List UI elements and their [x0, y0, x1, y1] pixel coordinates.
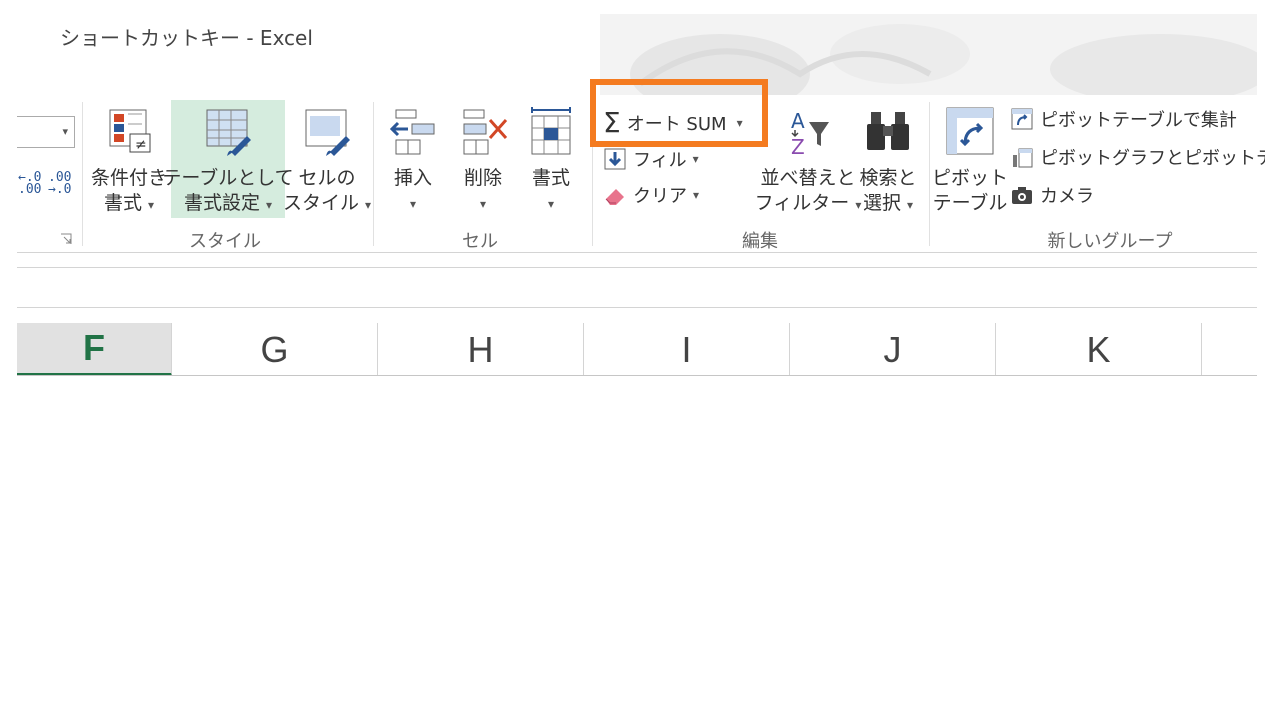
fill-button[interactable]: フィル ▾ [603, 146, 699, 172]
svg-text:Z: Z [791, 135, 805, 158]
cells-group-label: セル [462, 231, 498, 252]
insert-cells-button[interactable]: 挿入 ▾ [382, 100, 444, 211]
column-header-h[interactable]: H [378, 323, 584, 376]
decrease-decimal-button[interactable]: .00 →.0 [48, 171, 71, 196]
binoculars-icon [867, 112, 909, 150]
camera-button[interactable]: カメラ [1010, 182, 1094, 208]
caret-down-icon: ▾ [409, 197, 417, 211]
format-cells-icon [531, 107, 571, 155]
format-label: 書式 [531, 167, 570, 189]
pivot-table-label1: ピボット [932, 167, 1009, 189]
pivot-chart-button[interactable]: ピボットグラフとピボットテーブ [1010, 144, 1265, 170]
chevron-down-icon: ▾ [62, 125, 68, 138]
styles-group-label: スタイル [189, 231, 261, 252]
find-select-button[interactable]: 検索と 選択 ▾ [856, 100, 920, 218]
column-header-j[interactable]: J [790, 323, 996, 376]
caret-down-icon: ▾ [365, 198, 372, 212]
pivot-table-icon [946, 107, 994, 155]
sort-filter-icon: A Z [791, 109, 829, 158]
dialog-launcher-icon[interactable] [60, 233, 72, 245]
number-format-dropdown[interactable]: ▾ [17, 116, 75, 148]
caret-down-icon: ▾ [148, 198, 155, 212]
find-select-label1: 検索と [859, 167, 917, 189]
formula-bar-top-border [17, 267, 1257, 268]
new-group-label: 新しいグループ [1047, 231, 1173, 252]
increase-decimal-button[interactable]: ←.0.00 [18, 171, 41, 196]
camera-icon [1012, 187, 1032, 204]
caret-down-icon: ▾ [266, 198, 273, 212]
window-title: ショートカットキー - Excel [60, 26, 313, 50]
delete-label: 削除 [463, 167, 502, 189]
column-header-partial[interactable] [1202, 323, 1257, 376]
cell-styles-button[interactable]: セルの スタイル ▾ [282, 100, 372, 218]
caret-down-icon: ▾ [547, 197, 555, 211]
pivot-table-small-icon [1011, 108, 1033, 130]
conditional-formatting-button[interactable]: ≠ 条件付き 書式 ▾ [87, 100, 171, 218]
group-separator [373, 102, 374, 246]
delete-cells-icon [463, 109, 508, 155]
conditional-formatting-icon: ≠ [109, 109, 151, 153]
format-as-table-button[interactable]: テーブルとして 書式設定 ▾ [162, 100, 294, 218]
sort-filter-button[interactable]: A Z 並べ替えと フィルター ▾ [755, 100, 862, 218]
column-header-border [17, 375, 1257, 376]
fill-label: フィル [633, 150, 687, 171]
conditional-formatting-label1: 条件付き [90, 167, 167, 189]
editing-group-label: 編集 [742, 231, 778, 252]
column-header-g[interactable]: G [172, 323, 378, 376]
camera-label: カメラ [1040, 186, 1094, 207]
svg-text:A: A [791, 109, 805, 133]
column-header-i[interactable]: I [584, 323, 790, 376]
sort-filter-label1: 並べ替えと [760, 167, 856, 189]
format-as-table-label1: テーブルとして [162, 167, 294, 189]
delete-cells-button[interactable]: 削除 ▾ [452, 100, 514, 211]
format-as-table-icon [206, 109, 251, 156]
caret-down-icon: ▾ [692, 152, 699, 166]
sort-filter-label2: フィルター [754, 192, 850, 214]
clear-label: クリア [633, 186, 687, 207]
column-header-f[interactable]: F [17, 323, 172, 376]
column-header-k[interactable]: K [996, 323, 1202, 376]
pivot-chart-icon [1013, 148, 1033, 168]
caret-down-icon: ▾ [693, 188, 700, 202]
formula-bar-bottom-border [17, 307, 1257, 308]
autosum-highlight-box [590, 79, 768, 147]
cell-styles-label2: スタイル [282, 192, 359, 214]
pivot-table-summary-label: ピボットテーブルで集計 [1040, 110, 1237, 131]
cell-styles-icon [305, 109, 350, 156]
insert-cells-icon [389, 109, 435, 155]
caret-down-icon: ▾ [479, 197, 487, 211]
caret-down-icon: ▾ [907, 198, 914, 212]
conditional-formatting-label2: 書式 [103, 192, 142, 214]
pivot-table-button[interactable]: ピボット テーブル [932, 100, 1009, 216]
ribbon-border [17, 252, 1257, 253]
insert-label: 挿入 [393, 167, 432, 189]
format-cells-button[interactable]: 書式 ▾ [520, 100, 582, 211]
cell-styles-label1: セルの [298, 167, 356, 189]
format-as-table-label2: 書式設定 [183, 192, 260, 214]
find-select-label2: 選択 [862, 192, 901, 214]
pivot-chart-label: ピボットグラフとピボットテーブ [1040, 148, 1265, 169]
pivot-table-summary-button[interactable]: ピボットテーブルで集計 [1010, 106, 1237, 132]
eraser-icon [605, 189, 624, 205]
group-separator [929, 102, 930, 246]
clear-button[interactable]: クリア ▾ [603, 182, 699, 208]
pivot-table-label2: テーブル [932, 192, 1008, 214]
fill-down-icon [604, 148, 626, 170]
svg-text:≠: ≠ [135, 137, 147, 153]
group-separator [82, 102, 83, 246]
